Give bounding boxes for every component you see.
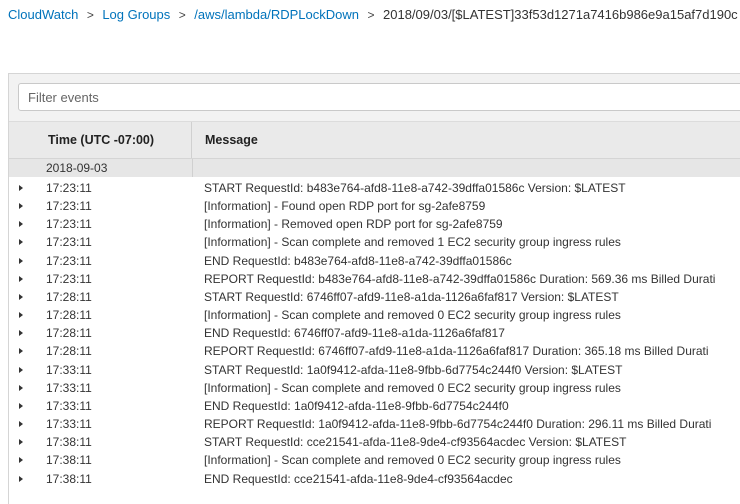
log-event-row[interactable]: 17:33:11 START RequestId: 1a0f9412-afda-1… — [9, 361, 740, 379]
expand-caret-icon[interactable] — [19, 415, 27, 433]
expand-caret-icon[interactable] — [19, 179, 27, 197]
log-event-row[interactable]: 17:23:11 END RequestId: b483e764-afd8-11e… — [9, 252, 740, 270]
log-event-time: 17:23:11 — [46, 199, 92, 214]
breadcrumb-separator: > — [178, 8, 186, 22]
breadcrumb-log-groups-link[interactable]: Log Groups — [102, 6, 170, 24]
log-events-panel: Time (UTC -07:00) Message 2018-09-03 17:… — [8, 73, 740, 504]
log-event-time: 17:38:11 — [46, 471, 92, 486]
log-event-message: END RequestId: 1a0f9412-afda-11e8-9fbb-6… — [204, 398, 509, 413]
log-event-message: [Information] - Scan complete and remove… — [204, 453, 621, 468]
log-event-time: 17:23:11 — [46, 217, 92, 232]
log-event-row[interactable]: 17:28:11 END RequestId: 6746ff07-afd9-11e… — [9, 324, 740, 342]
log-event-message: REPORT RequestId: b483e764-afd8-11e8-a74… — [204, 271, 716, 286]
log-event-time: 17:33:11 — [46, 362, 92, 377]
expand-caret-icon[interactable] — [19, 324, 27, 342]
column-header-message[interactable]: Message — [193, 122, 258, 158]
expand-caret-icon[interactable] — [19, 252, 27, 270]
log-event-row[interactable]: 17:33:11 END RequestId: 1a0f9412-afda-11e… — [9, 397, 740, 415]
log-event-message: [Information] - Found open RDP port for … — [204, 199, 486, 214]
log-event-row[interactable]: 17:23:11 [Information] - Scan complete an… — [9, 233, 740, 251]
log-event-time: 17:28:11 — [46, 326, 92, 341]
expand-caret-icon[interactable] — [19, 470, 27, 488]
log-event-time: 17:33:11 — [46, 398, 92, 413]
table-header: Time (UTC -07:00) Message — [9, 122, 740, 159]
breadcrumb: CloudWatch > Log Groups > /aws/lambda/RD… — [8, 6, 738, 24]
log-event-time: 17:38:11 — [46, 453, 92, 468]
log-event-row[interactable]: 17:33:11 [Information] - Scan complete an… — [9, 379, 740, 397]
log-event-row[interactable]: 17:28:11 REPORT RequestId: 6746ff07-afd9-… — [9, 342, 740, 360]
log-event-time: 17:28:11 — [46, 308, 92, 323]
log-event-time: 17:38:11 — [46, 435, 92, 450]
breadcrumb-separator: > — [367, 8, 375, 22]
expand-caret-icon[interactable] — [19, 233, 27, 251]
log-event-time: 17:33:11 — [46, 417, 92, 432]
log-event-message: START RequestId: 1a0f9412-afda-11e8-9fbb… — [204, 362, 623, 377]
log-event-message: END RequestId: b483e764-afd8-11e8-a742-3… — [204, 253, 512, 268]
log-event-message: REPORT RequestId: 1a0f9412-afda-11e8-9fb… — [204, 417, 712, 432]
expand-caret-icon[interactable] — [19, 361, 27, 379]
expand-caret-icon[interactable] — [19, 288, 27, 306]
expand-caret-icon[interactable] — [19, 397, 27, 415]
log-event-time: 17:28:11 — [46, 344, 92, 359]
log-event-time: 17:23:11 — [46, 235, 92, 250]
log-event-message: END RequestId: cce21541-afda-11e8-9de4-c… — [204, 471, 513, 486]
breadcrumb-separator: > — [86, 8, 94, 22]
breadcrumb-log-group-link[interactable]: /aws/lambda/RDPLockDown — [194, 6, 359, 24]
log-event-list: 17:23:11 START RequestId: b483e764-afd8-1… — [9, 179, 740, 488]
expand-caret-icon[interactable] — [19, 379, 27, 397]
filter-bar — [9, 74, 740, 122]
log-event-time: 17:33:11 — [46, 380, 92, 395]
expand-caret-icon[interactable] — [19, 197, 27, 215]
log-event-message: END RequestId: 6746ff07-afd9-11e8-a1da-1… — [204, 326, 505, 341]
log-event-message: START RequestId: 6746ff07-afd9-11e8-a1da… — [204, 289, 619, 304]
expand-caret-icon[interactable] — [19, 451, 27, 469]
log-event-message: [Information] - Removed open RDP port fo… — [204, 217, 503, 232]
log-event-message: REPORT RequestId: 6746ff07-afd9-11e8-a1d… — [204, 344, 709, 359]
log-event-message: START RequestId: b483e764-afd8-11e8-a742… — [204, 181, 626, 195]
log-event-row[interactable]: 17:23:11 START RequestId: b483e764-afd8-1… — [9, 179, 740, 197]
column-divider — [192, 159, 193, 177]
expand-caret-icon[interactable] — [19, 433, 27, 451]
log-event-time: 17:23:11 — [46, 271, 92, 286]
log-event-row[interactable]: 17:33:11 REPORT RequestId: 1a0f9412-afda-… — [9, 415, 740, 433]
log-event-time: 17:28:11 — [46, 289, 92, 304]
column-header-time[interactable]: Time (UTC -07:00) — [9, 122, 192, 158]
log-event-row[interactable]: 17:23:11 [Information] - Removed open RDP… — [9, 215, 740, 233]
log-event-row[interactable]: 17:28:11 [Information] - Scan complete an… — [9, 306, 740, 324]
log-event-message: START RequestId: cce21541-afda-11e8-9de4… — [204, 435, 627, 450]
expand-caret-icon[interactable] — [19, 342, 27, 360]
log-event-time: 17:23:11 — [46, 181, 92, 195]
log-event-row[interactable]: 17:38:11 START RequestId: cce21541-afda-1… — [9, 433, 740, 451]
log-event-row[interactable]: 17:28:11 START RequestId: 6746ff07-afd9-1… — [9, 288, 740, 306]
log-event-row[interactable]: 17:23:11 REPORT RequestId: b483e764-afd8-… — [9, 270, 740, 288]
log-event-time: 17:23:11 — [46, 253, 92, 268]
expand-caret-icon[interactable] — [19, 215, 27, 233]
log-event-row[interactable]: 17:38:11 [Information] - Scan complete an… — [9, 451, 740, 469]
date-group-label: 2018-09-03 — [46, 161, 108, 175]
log-event-message: [Information] - Scan complete and remove… — [204, 235, 621, 250]
log-event-row[interactable]: 17:23:11 [Information] - Found open RDP p… — [9, 197, 740, 215]
date-group-row: 2018-09-03 — [9, 159, 740, 177]
log-event-row[interactable]: 17:38:11 END RequestId: cce21541-afda-11e… — [9, 470, 740, 488]
breadcrumb-cloudwatch-link[interactable]: CloudWatch — [8, 6, 78, 24]
filter-events-input[interactable] — [18, 83, 740, 111]
expand-caret-icon[interactable] — [19, 306, 27, 324]
log-event-message: [Information] - Scan complete and remove… — [204, 380, 621, 395]
expand-caret-icon[interactable] — [19, 270, 27, 288]
breadcrumb-current-log-stream: 2018/09/03/[$LATEST]33f53d1271a7416b986e… — [383, 7, 738, 22]
log-event-message: [Information] - Scan complete and remove… — [204, 308, 621, 323]
